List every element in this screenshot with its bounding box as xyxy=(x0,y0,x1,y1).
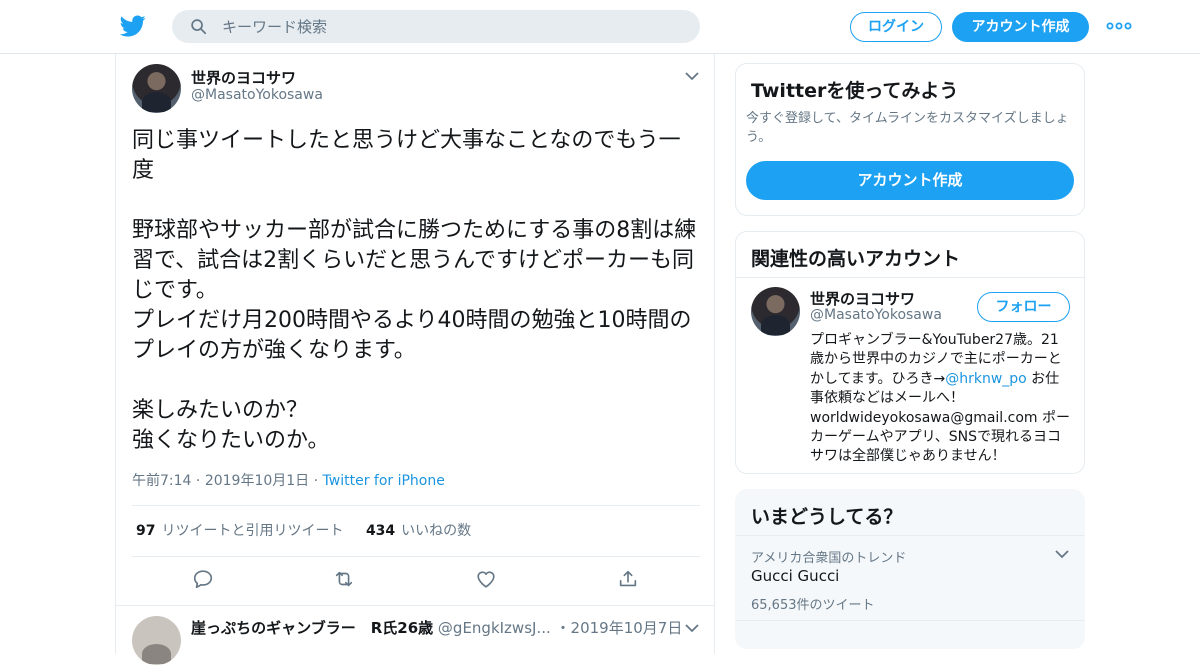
tweet-time[interactable]: 午前7:14 xyxy=(132,473,191,489)
reply-date[interactable]: ・2019年10月7日 xyxy=(556,619,683,637)
tweet-stats: 97 リツイートと引用リツイート 434 いいねの数 xyxy=(136,520,471,540)
reply-author-handle[interactable]: @gEngkIzwsJ... xyxy=(438,619,551,637)
avatar[interactable] xyxy=(751,287,800,336)
signup-card-button[interactable]: アカウント作成 xyxy=(746,161,1074,200)
divider xyxy=(132,556,700,557)
like-heart-icon[interactable] xyxy=(475,568,497,590)
avatar[interactable] xyxy=(132,616,181,665)
divider xyxy=(736,620,1084,621)
signup-card-title: Twitterを使ってみよう xyxy=(751,80,959,102)
reply-author-name[interactable]: 崖っぷちのギャンブラー R氏26歳 xyxy=(191,619,433,637)
like-stat-label: いいねの数 xyxy=(401,523,472,539)
tweet-source-link[interactable]: Twitter for iPhone xyxy=(323,473,445,489)
share-icon[interactable] xyxy=(617,568,639,590)
related-account-bio: プロギャンブラー&YouTuber27歳。21歳から世界中のカジノで主にポーカー… xyxy=(810,331,1072,467)
related-card-title: 関連性の高いアカウント xyxy=(751,248,961,270)
meta-separator: · xyxy=(191,473,205,489)
divider xyxy=(736,277,1084,278)
signup-button[interactable]: アカウント作成 xyxy=(952,12,1089,42)
trend-context: アメリカ合衆国のトレンド xyxy=(751,551,907,566)
top-bar: ログイン アカウント作成 xyxy=(0,0,1200,54)
tweet-text: 同じ事ツイートしたと思うけど大事なことなのでもう一度 野球部やサッカー部が試合に… xyxy=(132,128,697,453)
retweet-stat-label: リツイートと引用リツイート xyxy=(161,523,344,539)
divider xyxy=(132,505,700,506)
tweet-date[interactable]: 2019年10月1日 xyxy=(205,473,309,489)
chevron-down-icon[interactable] xyxy=(684,622,700,634)
bio-mention-link[interactable]: @hrknw_po xyxy=(945,371,1027,387)
chevron-down-icon[interactable] xyxy=(684,70,700,82)
follow-button[interactable]: フォロー xyxy=(977,292,1070,322)
retweet-count: 97 xyxy=(136,523,156,539)
meta-separator: · xyxy=(309,473,323,489)
search-icon xyxy=(191,19,207,35)
retweet-stat[interactable]: 97 リツイートと引用リツイート xyxy=(136,523,343,539)
signup-card-description: 今すぐ登録して、タイムラインをカスタマイズしましょう。 xyxy=(746,111,1069,145)
search-input[interactable] xyxy=(222,10,682,43)
trends-card-title: いまどうしてる？ xyxy=(751,506,903,528)
reply-header: 崖っぷちのギャンブラー R氏26歳 @gEngkIzwsJ... ・2019年1… xyxy=(191,617,682,638)
related-account-name[interactable]: 世界のヨコサワ xyxy=(810,288,915,309)
tweet-author-name[interactable]: 世界のヨコサワ xyxy=(191,67,296,88)
avatar[interactable] xyxy=(132,64,181,113)
tweet-author-handle[interactable]: @MasatoYokosawa xyxy=(191,87,323,103)
divider xyxy=(736,535,1084,536)
more-options-icon[interactable] xyxy=(1106,16,1132,36)
retweet-icon[interactable] xyxy=(333,568,355,590)
like-stat[interactable]: 434 いいねの数 xyxy=(366,523,471,539)
chevron-down-icon[interactable] xyxy=(1054,548,1070,560)
reply-tweet[interactable]: 崖っぷちのギャンブラー R氏26歳 @gEngkIzwsJ... ・2019年1… xyxy=(116,605,714,665)
trend-name[interactable]: Gucci Gucci xyxy=(751,567,839,585)
twitter-bird-icon[interactable] xyxy=(120,13,146,39)
reply-icon[interactable] xyxy=(192,568,214,590)
related-account-handle[interactable]: @MasatoYokosawa xyxy=(810,307,942,323)
tweet-column: 世界のヨコサワ @MasatoYokosawa 同じ事ツイートしたと思うけど大事… xyxy=(115,54,715,665)
trends-card: いまどうしてる？ アメリカ合衆国のトレンド Gucci Gucci 65,653… xyxy=(735,489,1085,649)
signup-card: Twitterを使ってみよう 今すぐ登録して、タイムラインをカスタマイズしましょ… xyxy=(735,63,1085,216)
tweet-timestamp: 午前7:14 · 2019年10月1日 · Twitter for iPhone xyxy=(132,470,445,490)
login-button[interactable]: ログイン xyxy=(850,12,942,42)
search-bar[interactable] xyxy=(172,10,700,43)
like-count: 434 xyxy=(365,523,396,539)
trend-tweet-count: 65,653件のツイート xyxy=(751,598,875,613)
related-accounts-card: 関連性の高いアカウント 世界のヨコサワ @MasatoYokosawa フォロー… xyxy=(735,231,1085,474)
